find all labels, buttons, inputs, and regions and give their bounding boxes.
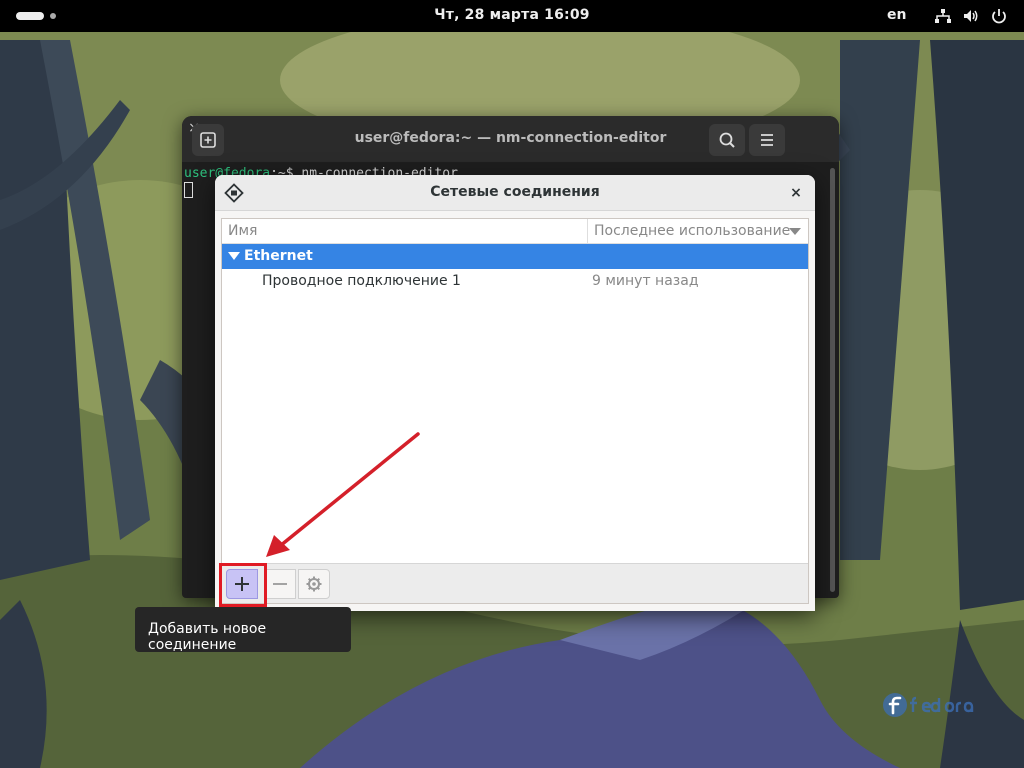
terminal-scrollbar[interactable] <box>830 168 835 592</box>
dialog-title: Сетевые соединения <box>430 184 600 200</box>
hamburger-menu-icon <box>761 134 773 146</box>
expander-down-icon[interactable] <box>228 252 240 261</box>
minus-icon <box>273 583 287 585</box>
column-header-last-used[interactable]: Последнее использование <box>594 223 790 239</box>
connection-last-used: 9 минут назад <box>592 273 699 289</box>
tooltip: Добавить новое соединение <box>135 607 351 653</box>
plus-icon <box>235 577 249 591</box>
terminal-menu-button[interactable] <box>749 124 785 156</box>
terminal-headerbar: user@fedora:~ — nm-connection-editor × <box>182 116 839 162</box>
remove-connection-button[interactable] <box>264 569 296 599</box>
dialog-headerbar: Сетевые соединения × <box>215 175 815 211</box>
connections-list[interactable]: Имя Последнее использование Ethernet Про… <box>221 218 809 604</box>
group-label: Ethernet <box>244 248 313 264</box>
keyboard-layout-indicator[interactable]: en <box>887 7 906 23</box>
fedora-logo <box>883 693 974 717</box>
terminal-cursor <box>184 182 193 198</box>
terminal-search-button[interactable] <box>709 124 745 156</box>
search-icon <box>719 132 735 148</box>
add-connection-button[interactable] <box>226 569 258 599</box>
group-row-ethernet[interactable]: Ethernet <box>222 244 808 269</box>
list-toolbar <box>222 563 808 603</box>
connection-row[interactable]: Проводное подключение 1 9 минут назад <box>222 269 808 294</box>
list-header: Имя Последнее использование <box>222 219 808 244</box>
top-bar: Чт, 28 марта 16:09 en <box>0 0 1024 32</box>
sort-descending-icon <box>789 228 801 235</box>
edit-connection-button[interactable] <box>298 569 330 599</box>
tooltip-text: Добавить новое соединение <box>148 621 267 653</box>
network-connections-dialog: Сетевые соединения × Имя Последнее испол… <box>215 175 815 611</box>
volume-icon[interactable] <box>962 8 980 24</box>
clock[interactable]: Чт, 28 марта 16:09 <box>0 7 1024 23</box>
network-icon[interactable] <box>934 8 952 24</box>
gear-icon <box>306 576 322 592</box>
column-divider <box>587 219 588 244</box>
dialog-close-button[interactable]: × <box>785 182 807 204</box>
connection-name: Проводное подключение 1 <box>262 273 461 289</box>
column-header-name[interactable]: Имя <box>228 223 257 239</box>
power-icon[interactable] <box>990 8 1008 24</box>
